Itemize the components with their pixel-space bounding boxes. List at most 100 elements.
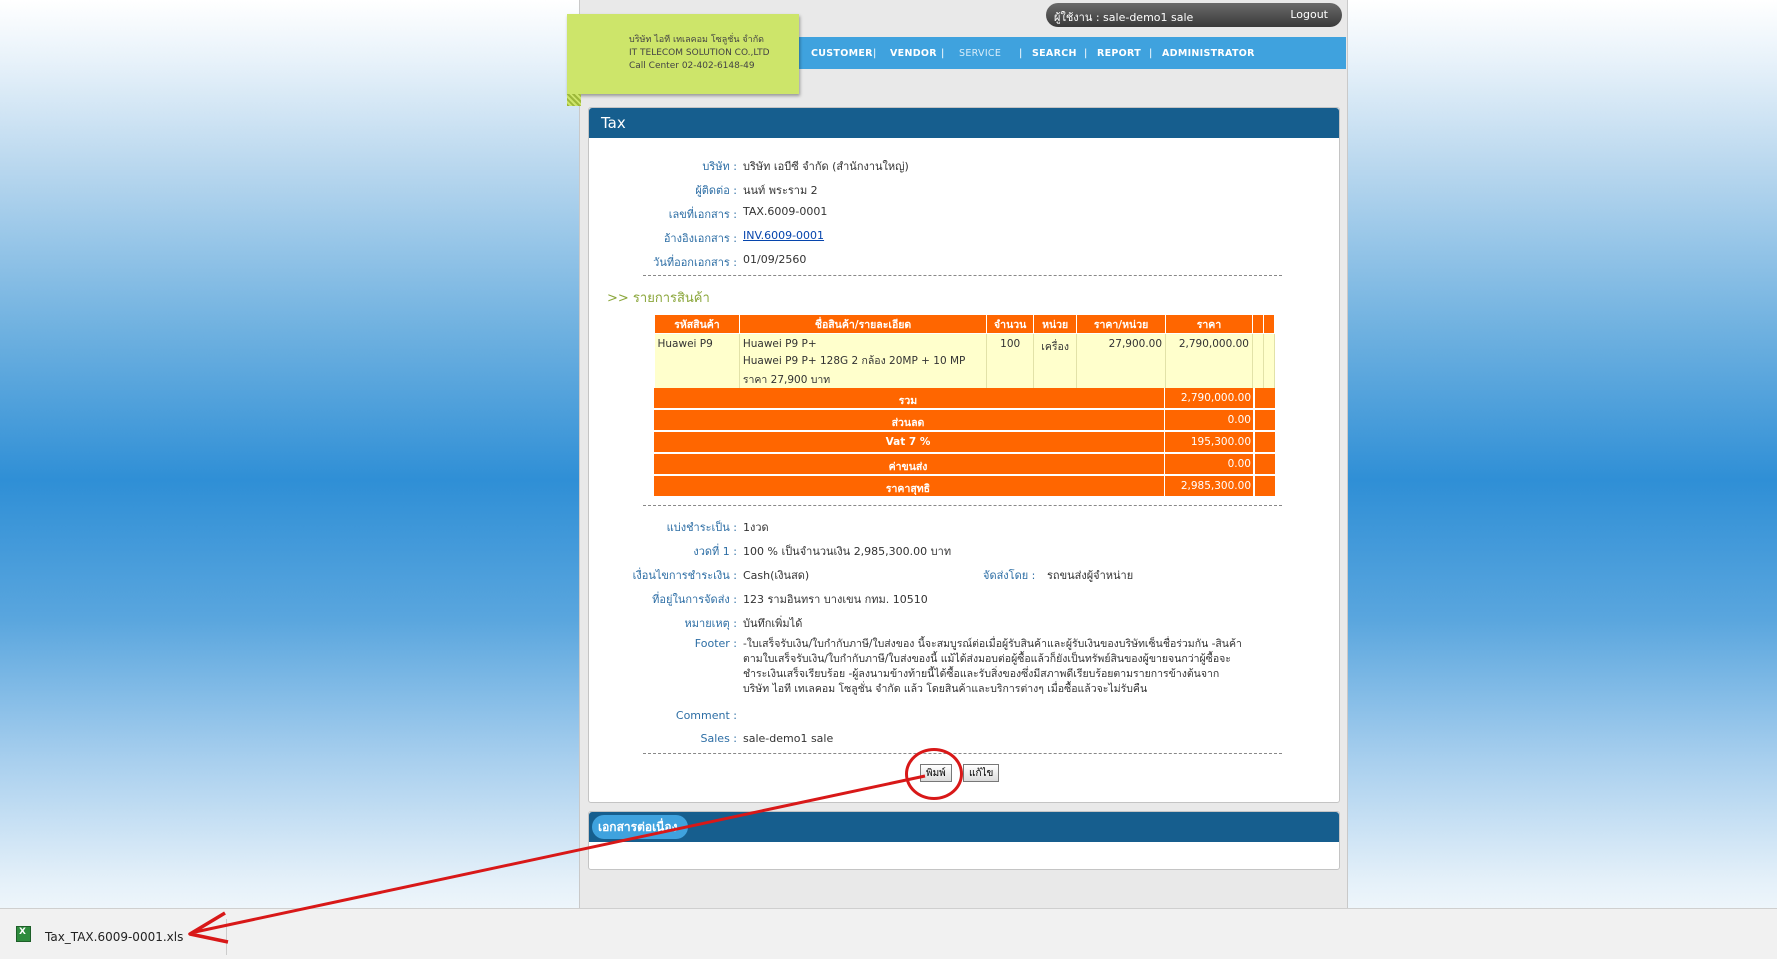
user-bar: ผู้ใช้งาน : sale-demo1 sale Logout bbox=[1046, 3, 1342, 27]
row-divider bbox=[1253, 454, 1255, 474]
footer-line: ตามใบเสร็จรับเงิน/ใบกำกับภาษี/ใบส่งของนี… bbox=[743, 653, 1231, 665]
nav-separator: | bbox=[1084, 48, 1088, 59]
item-name-line: ราคา 27,900 บาท bbox=[742, 374, 831, 386]
current-user: ผู้ใช้งาน : sale-demo1 sale bbox=[1054, 11, 1194, 24]
items-section-title: >> รายการสินค้า bbox=[607, 291, 710, 306]
row-divider bbox=[1253, 410, 1255, 430]
footer-line: ชำระเงินเสร็จเรียบร้อย -ผู้ลงนามข้างท้าย… bbox=[743, 668, 1220, 680]
total-shipping-value: 0.00 bbox=[1164, 454, 1251, 474]
nav-administrator[interactable]: ADMINISTRATOR bbox=[1162, 48, 1255, 59]
total-vat-value: 195,300.00 bbox=[1164, 432, 1251, 452]
related-docs-panel bbox=[588, 811, 1340, 870]
item-blank bbox=[1263, 333, 1276, 392]
address-label: ที่อยู่ในการจัดส่ง : bbox=[652, 593, 737, 606]
items-header-row: รหัสสินค้า ชื่อสินค้า/รายละเอียด จำนวน ห… bbox=[654, 314, 1276, 334]
header-name: ชื่อสินค้า/รายละเอียด bbox=[738, 314, 988, 334]
nav-vendor[interactable]: VENDOR bbox=[890, 48, 937, 59]
company-name-th: บริษัท ไอที เทเลคอม โซลูชั่น จำกัด bbox=[629, 35, 765, 45]
panel-title: Tax bbox=[589, 108, 1339, 138]
item-name-line: Huawei P9 P+ bbox=[742, 338, 817, 350]
docno-value: TAX.6009-0001 bbox=[743, 205, 828, 218]
related-docs-tab[interactable]: เอกสารต่อเนื่อง bbox=[592, 815, 688, 839]
date-value: 01/09/2560 bbox=[743, 253, 807, 266]
contact-value: นนท์ พระราม 2 bbox=[743, 184, 818, 197]
divider bbox=[643, 753, 1282, 754]
installment-label: งวดที่ 1 : bbox=[693, 545, 737, 558]
table-row: Huawei P9 Huawei P9 P+ Huawei P9 P+ 128G… bbox=[654, 333, 1276, 392]
ref-doc-link[interactable]: INV.6009-0001 bbox=[743, 229, 824, 242]
total-vat-row: Vat 7 % 195,300.00 bbox=[654, 432, 1275, 452]
total-sum-row: รวม 2,790,000.00 bbox=[654, 388, 1275, 408]
item-qty: 100 bbox=[986, 333, 1035, 392]
docno-label: เลขที่เอกสาร : bbox=[668, 208, 737, 221]
item-code: Huawei P9 bbox=[654, 333, 740, 392]
ship-by-label: จัดส่งโดย : bbox=[983, 569, 1036, 582]
item-price: 2,790,000.00 bbox=[1165, 333, 1253, 392]
row-divider bbox=[1253, 388, 1255, 408]
split-label: แบ่งชำระเป็น : bbox=[666, 521, 737, 534]
split-value: 1งวด bbox=[743, 521, 769, 534]
excel-file-icon: X bbox=[16, 926, 31, 942]
company-value: บริษัท เอบีซี จำกัด (สำนักงานใหญ่) bbox=[743, 160, 909, 173]
date-label: วันที่ออกเอกสาร : bbox=[653, 256, 737, 269]
comment-label: Comment : bbox=[675, 709, 737, 722]
company-name-en: IT TELECOM SOLUTION CO.,LTD bbox=[629, 48, 770, 58]
totals-block: รวม 2,790,000.00 ส่วนลด 0.00 Vat 7 % 195… bbox=[654, 388, 1275, 498]
header-unit: หน่วย bbox=[1033, 314, 1078, 334]
footer-label: Footer : bbox=[694, 637, 737, 650]
nav-customer[interactable]: CUSTOMER bbox=[811, 48, 873, 59]
item-unit-price: 27,900.00 bbox=[1076, 333, 1167, 392]
nav-separator: | bbox=[1019, 48, 1023, 59]
nav-search[interactable]: SEARCH bbox=[1032, 48, 1077, 59]
logout-link[interactable]: Logout bbox=[1290, 8, 1328, 21]
note-value: บันทึกเพิ่มได้ bbox=[743, 617, 803, 630]
annotation-circle bbox=[905, 748, 963, 800]
related-docs-header bbox=[589, 812, 1339, 842]
total-discount-value: 0.00 bbox=[1164, 410, 1251, 430]
payment-condition-value: Cash(เงินสด) bbox=[743, 569, 810, 582]
header-qty: จำนวน bbox=[986, 314, 1035, 334]
total-discount-label: ส่วนลด bbox=[891, 417, 925, 429]
item-unit: เครื่อง bbox=[1033, 333, 1078, 392]
row-divider bbox=[1253, 476, 1255, 496]
header-price: ราคา bbox=[1165, 314, 1253, 334]
total-shipping-row: ค่าขนส่ง 0.00 bbox=[654, 454, 1275, 474]
item-name-line: Huawei P9 P+ 128G 2 กล้อง 20MP + 10 MP bbox=[742, 355, 966, 367]
footer-line: บริษัท ไอที เทเลคอม โซลูชั่น จำกัด แล้ว … bbox=[743, 683, 1148, 695]
ship-by-value: รถขนส่งผู้จำหน่าย bbox=[1047, 569, 1134, 582]
total-net-value: 2,985,300.00 bbox=[1164, 476, 1251, 496]
total-net-label: ราคาสุทธิ bbox=[885, 483, 931, 495]
company-call-center: Call Center 02-402-6148-49 bbox=[629, 61, 755, 71]
nav-report[interactable]: REPORT bbox=[1097, 48, 1141, 59]
installment-value: 100 % เป็นจำนวนเงิน 2,985,300.00 บาท bbox=[743, 545, 952, 558]
address-value: 123 รามอินทรา บางเขน กทม. 10510 bbox=[743, 593, 928, 606]
company-logo-box: บริษัท ไอที เทเลคอม โซลูชั่น จำกัด IT TE… bbox=[567, 14, 799, 106]
item-blank bbox=[1252, 333, 1264, 392]
row-divider bbox=[1253, 432, 1255, 452]
total-sum-label: รวม bbox=[898, 395, 918, 407]
divider bbox=[643, 275, 1282, 276]
header-code: รหัสสินค้า bbox=[654, 314, 740, 334]
nav-separator: | bbox=[873, 48, 877, 59]
footer-text: -ใบเสร็จรับเงิน/ใบกำกับภาษี/ใบส่งของ นี้… bbox=[743, 637, 1242, 697]
item-description: Huawei P9 P+ Huawei P9 P+ 128G 2 กล้อง 2… bbox=[739, 333, 988, 392]
download-separator bbox=[226, 919, 227, 955]
edit-button[interactable]: แก้ไข bbox=[963, 764, 1000, 782]
company-info: บริษัท ไอที เทเลคอม โซลูชั่น จำกัด IT TE… bbox=[629, 34, 770, 73]
download-bar: X Tax_TAX.6009-0001.xls bbox=[0, 908, 1777, 959]
total-sum-value: 2,790,000.00 bbox=[1164, 388, 1251, 408]
ref-label: อ้างอิงเอกสาร : bbox=[663, 232, 737, 245]
sales-label: Sales : bbox=[700, 732, 737, 745]
payment-condition-label: เงื่อนไขการชำระเงิน : bbox=[632, 569, 737, 582]
header-unit-price: ราคา/หน่วย bbox=[1076, 314, 1167, 334]
nav-separator: | bbox=[941, 48, 945, 59]
total-shipping-label: ค่าขนส่ง bbox=[888, 461, 928, 473]
sales-value: sale-demo1 sale bbox=[743, 732, 834, 745]
note-label: หมายเหตุ : bbox=[684, 617, 737, 630]
download-filename[interactable]: Tax_TAX.6009-0001.xls bbox=[45, 930, 183, 944]
total-discount-row: ส่วนลด 0.00 bbox=[654, 410, 1275, 430]
nav-service[interactable]: SERVICE bbox=[959, 48, 1001, 59]
divider bbox=[643, 505, 1282, 506]
header-blank bbox=[1262, 314, 1276, 334]
contact-label: ผู้ติดต่อ : bbox=[695, 184, 737, 197]
